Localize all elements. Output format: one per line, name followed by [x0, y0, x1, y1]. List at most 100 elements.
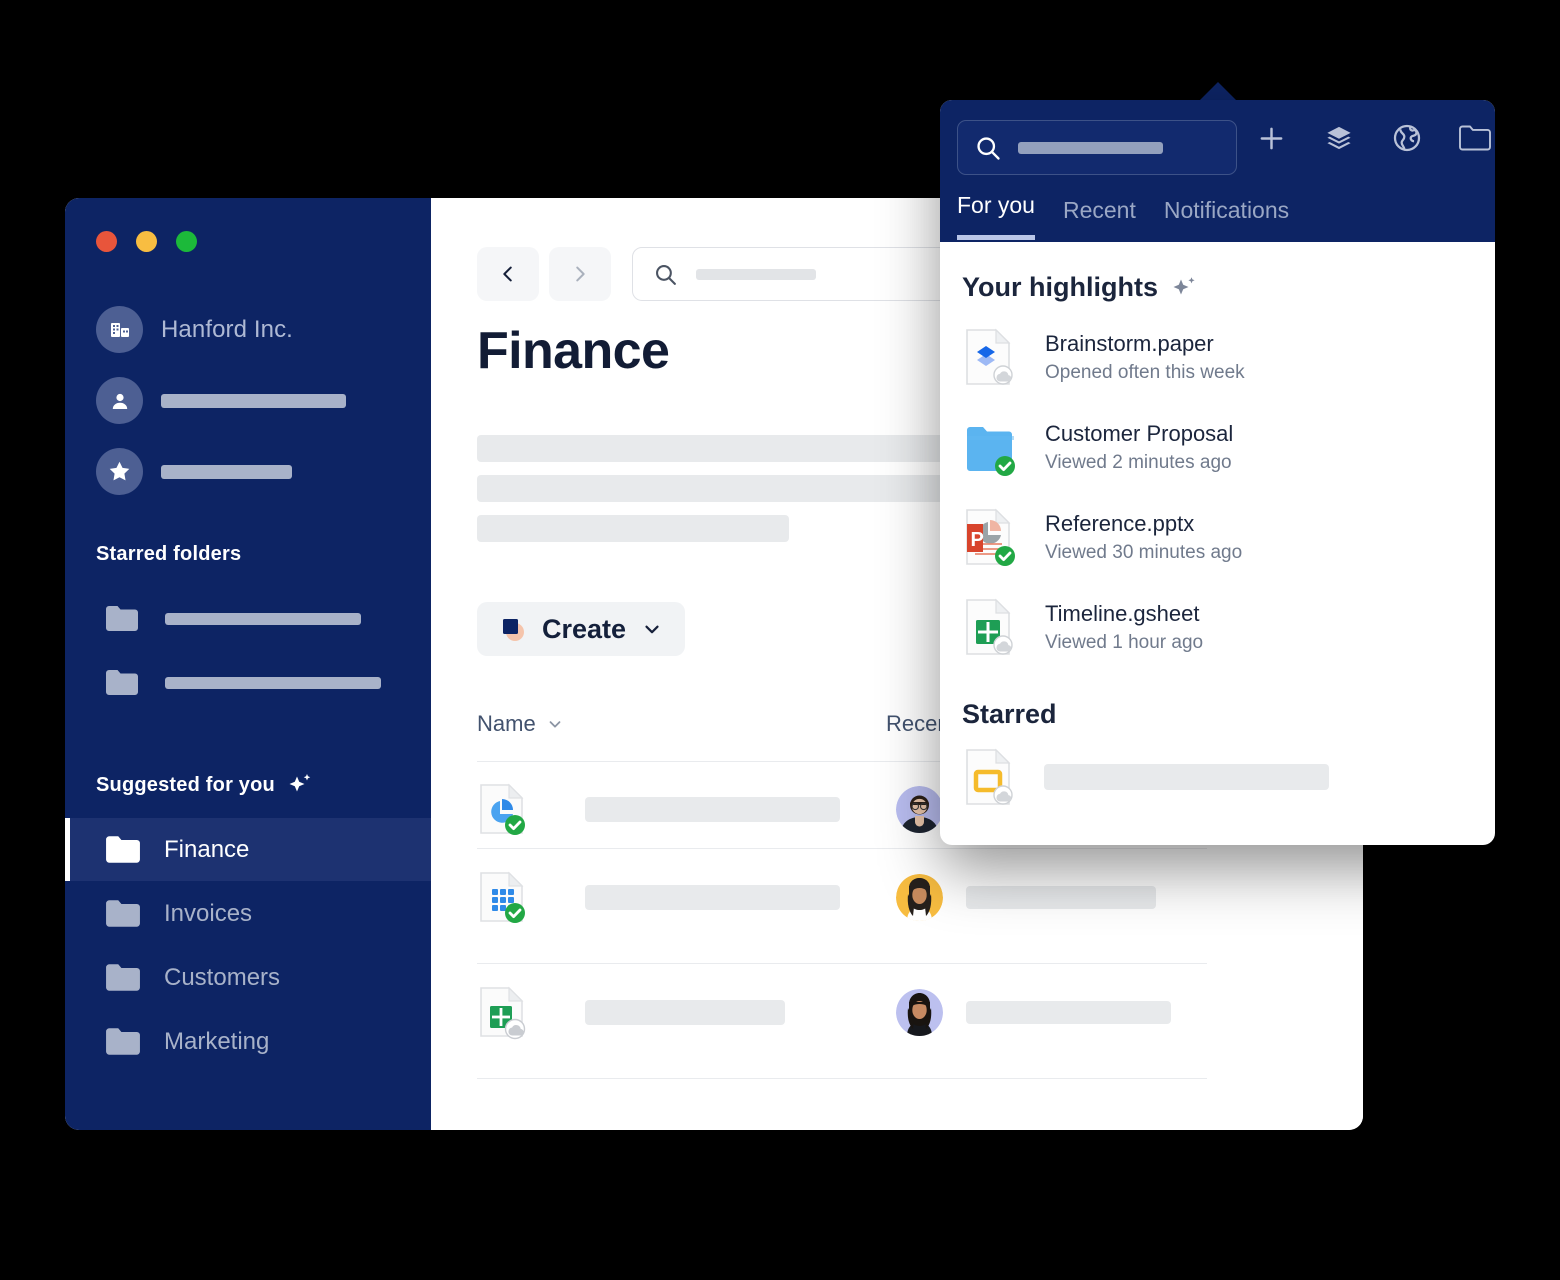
- row-divider: [477, 963, 1207, 964]
- list-item[interactable]: [962, 746, 1495, 808]
- starred-row[interactable]: [96, 448, 406, 495]
- sidebar-item-finance[interactable]: Finance: [65, 818, 431, 881]
- folder-icon: [106, 964, 140, 991]
- popup-search-input[interactable]: [957, 120, 1237, 175]
- search-icon: [656, 264, 676, 285]
- file-meta-placeholder: [966, 1000, 1171, 1024]
- person-name-placeholder: [161, 393, 346, 408]
- popup-tabs: For you Recent Notifications: [957, 192, 1289, 240]
- slides-doc-icon: [966, 748, 1013, 805]
- list-item-text: Customer Proposal Viewed 2 minutes ago: [1045, 421, 1233, 474]
- sidebar-item-label: Customers: [164, 963, 281, 991]
- tab-recent[interactable]: Recent: [1063, 197, 1136, 240]
- chevron-left-icon: [503, 266, 512, 282]
- folder-icon: [106, 1028, 140, 1055]
- back-button[interactable]: [477, 247, 539, 301]
- file-name-placeholder: [585, 884, 840, 910]
- description-line: [477, 515, 789, 542]
- list-item-subtitle: Viewed 30 minutes ago: [1045, 541, 1243, 563]
- forward-button[interactable]: [549, 247, 611, 301]
- list-item-title: Timeline.gsheet: [1045, 600, 1200, 626]
- list-item-title: Brainstorm.paper: [1045, 330, 1214, 356]
- star-icon: [96, 448, 143, 495]
- sparkle-icon: [289, 774, 311, 792]
- sidebar-item-label: Finance: [164, 835, 250, 863]
- sidebar-item-label: Invoices: [164, 899, 253, 927]
- blue-folder-icon: [967, 427, 1015, 476]
- list-item-title: Customer Proposal: [1045, 420, 1234, 446]
- folder-icon[interactable]: [1458, 123, 1492, 153]
- svg-text:P: P: [971, 529, 984, 551]
- chevron-down-icon: [549, 721, 561, 728]
- layers-icon[interactable]: [1322, 123, 1356, 154]
- file-name-placeholder: [585, 796, 840, 822]
- building-icon: [96, 306, 143, 353]
- pie-chart-doc-icon: [480, 783, 525, 835]
- folder-icon: [106, 670, 138, 695]
- create-label: Create: [542, 613, 627, 644]
- tab-for-you[interactable]: For you: [957, 192, 1035, 240]
- column-header-name-label: Name: [477, 711, 536, 736]
- person-icon: [96, 377, 143, 424]
- avatar: [896, 988, 943, 1036]
- gsheet-doc-icon: [966, 598, 1013, 655]
- popup-header-actions: [1256, 122, 1492, 154]
- tab-notifications[interactable]: Notifications: [1164, 197, 1289, 240]
- sidebar-item-label: Marketing: [164, 1027, 270, 1055]
- spreadsheet-grid-icon: [480, 871, 525, 923]
- row-divider: [477, 848, 1207, 849]
- window-controls[interactable]: [96, 231, 197, 252]
- list-item[interactable]: Brainstorm.paper Opened often this week: [962, 321, 1495, 393]
- file-name-placeholder: [585, 999, 785, 1025]
- list-item-subtitle: Viewed 1 hour ago: [1045, 631, 1204, 653]
- starred-folder-label: [165, 612, 361, 625]
- folder-icon: [106, 900, 140, 927]
- column-header-name[interactable]: Name: [477, 711, 564, 737]
- sparkle-icon: [1173, 276, 1195, 294]
- plus-icon[interactable]: [1256, 123, 1287, 154]
- globe-icon[interactable]: [1391, 122, 1423, 154]
- table-row[interactable]: [477, 770, 943, 848]
- paper-doc-icon: [966, 328, 1013, 385]
- create-button[interactable]: Create: [477, 602, 686, 656]
- list-item-subtitle: Opened often this week: [1045, 361, 1245, 383]
- list-item-text: Brainstorm.paper Opened often this week: [1045, 331, 1245, 384]
- sidebar: Hanford Inc. Starred folders Suggested f…: [65, 198, 431, 1130]
- gsheet-doc-icon: [480, 986, 526, 1040]
- starred-folder-item[interactable]: [105, 605, 361, 632]
- avatar: [896, 785, 943, 833]
- sidebar-item-marketing[interactable]: Marketing: [65, 1010, 431, 1073]
- suggested-heading: Suggested for you: [96, 771, 314, 799]
- table-row[interactable]: [477, 858, 1156, 936]
- starred-heading: Starred: [962, 699, 1057, 729]
- minimize-button[interactable]: [136, 231, 157, 252]
- popup-search-placeholder: [1018, 141, 1163, 154]
- starred-folder-label: [165, 676, 381, 689]
- starred-folders-heading: Starred folders: [96, 543, 242, 565]
- org-row[interactable]: Hanford Inc.: [96, 306, 406, 353]
- list-item-text: Timeline.gsheet Viewed 1 hour ago: [1045, 601, 1203, 654]
- close-button[interactable]: [96, 231, 117, 252]
- sidebar-item-invoices[interactable]: Invoices: [65, 882, 431, 945]
- file-meta-placeholder: [966, 885, 1156, 909]
- list-item-title: Reference.pptx: [1045, 510, 1195, 536]
- folder-icon: [106, 606, 138, 631]
- zoom-button[interactable]: [176, 231, 197, 252]
- list-item[interactable]: P Reference.pptx Viewed 30 minutes ago: [962, 501, 1495, 573]
- suggested-heading-label: Suggested for you: [96, 773, 275, 796]
- starred-folder-item[interactable]: [105, 669, 381, 696]
- highlights-heading: Your highlights: [962, 272, 1495, 303]
- popup-body: Your highlights Brainstorm.paper Opened …: [940, 242, 1495, 808]
- table-row[interactable]: [477, 973, 1171, 1051]
- starred-item-name-placeholder: [1044, 764, 1329, 790]
- sidebar-item-customers[interactable]: Customers: [65, 946, 431, 1009]
- account-switcher: Hanford Inc.: [96, 306, 406, 519]
- list-item[interactable]: Timeline.gsheet Viewed 1 hour ago: [962, 591, 1495, 663]
- person-row[interactable]: [96, 377, 406, 424]
- avatar: [896, 873, 943, 921]
- popup-panel: For you Recent Notifications Your highli…: [940, 100, 1495, 845]
- folder-icon: [106, 836, 140, 863]
- list-item[interactable]: Customer Proposal Viewed 2 minutes ago: [962, 411, 1495, 483]
- starred-name-placeholder: [161, 464, 292, 479]
- screen: Hanford Inc. Starred folders Suggested f…: [0, 0, 1560, 1280]
